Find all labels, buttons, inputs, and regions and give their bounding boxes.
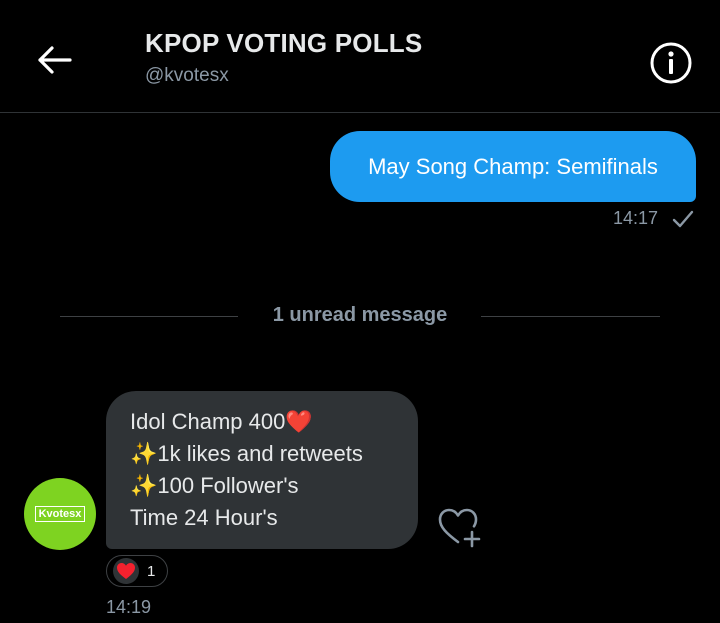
unread-divider: 1 unread message [60, 302, 660, 330]
message-line: ✨1k likes and retweets [130, 441, 363, 466]
info-icon [650, 42, 692, 84]
sent-message-time: 14:17 [612, 208, 658, 228]
heart-icon [117, 563, 135, 579]
sent-message-meta: 14:17 [613, 208, 694, 229]
avatar-logo-text: Kvotesx [34, 506, 86, 522]
add-reaction-button[interactable] [436, 506, 484, 550]
reaction-heart-badge [113, 558, 139, 584]
sparkles-emoji: ✨ [130, 441, 158, 466]
conversation-handle: @kvotesx [145, 65, 229, 86]
divider-line-right [481, 316, 660, 317]
sent-message-text: May Song Champ: Semifinals [368, 153, 658, 179]
message-line: Idol Champ 400❤️ [130, 409, 313, 434]
conversation-title: KPOP VOTING POLLS [145, 28, 423, 58]
message-line: ✨100 Follower's [130, 473, 299, 498]
avatar[interactable]: Kvotesx [24, 478, 96, 550]
reaction-pill[interactable]: 1 [106, 555, 168, 587]
heart-plus-icon [438, 508, 481, 548]
conversation-title-block[interactable]: KPOP VOTING POLLS @kvotesx [145, 28, 422, 87]
message-line: Time 24 Hour's [130, 505, 278, 530]
red-heart-emoji: ❤️ [285, 409, 313, 434]
reaction-count: 1 [147, 562, 156, 580]
info-button[interactable] [648, 40, 694, 86]
sent-message-bubble[interactable]: May Song Champ: Semifinals [330, 131, 696, 202]
received-message-bubble[interactable]: Idol Champ 400❤️ ✨1k likes and retweets … [106, 391, 418, 549]
check-icon [672, 210, 694, 227]
sparkles-emoji: ✨ [130, 473, 158, 498]
back-button[interactable] [32, 40, 76, 80]
conversation-header: KPOP VOTING POLLS @kvotesx [0, 0, 720, 113]
received-message-time: 14:19 [106, 597, 152, 617]
arrow-left-icon [38, 46, 72, 74]
